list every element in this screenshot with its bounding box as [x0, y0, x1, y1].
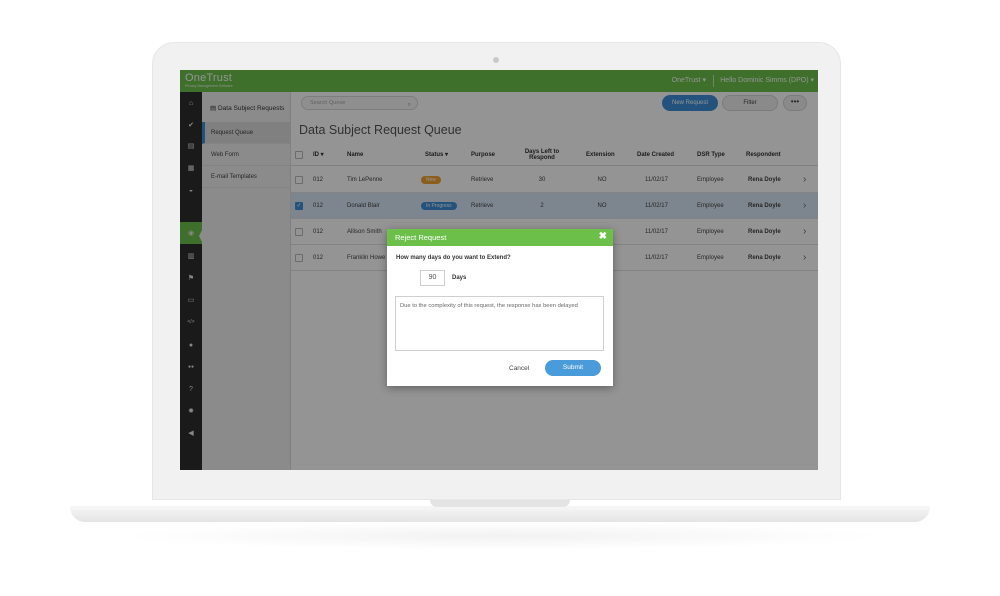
submit-button[interactable]: Submit	[545, 360, 601, 376]
webcam-icon	[493, 57, 499, 63]
laptop-notch	[430, 500, 570, 507]
cancel-button[interactable]: Cancel	[509, 365, 529, 372]
reason-textarea[interactable]: Due to the complexity of this request, t…	[395, 296, 604, 351]
days-label: Days	[452, 275, 467, 281]
dialog-header: Reject Request ✖	[387, 229, 613, 246]
laptop-shadow	[110, 522, 890, 550]
extend-question: How many days do you want to Extend?	[396, 255, 511, 261]
dialog-title: Reject Request	[395, 233, 447, 242]
days-input[interactable]: 90	[420, 270, 445, 286]
app-screen: OneTrust Privacy Management Software One…	[180, 70, 818, 470]
close-icon[interactable]: ✖	[599, 231, 607, 242]
laptop-base	[70, 506, 930, 522]
reject-request-dialog: Reject Request ✖ How many days do you wa…	[387, 229, 613, 386]
